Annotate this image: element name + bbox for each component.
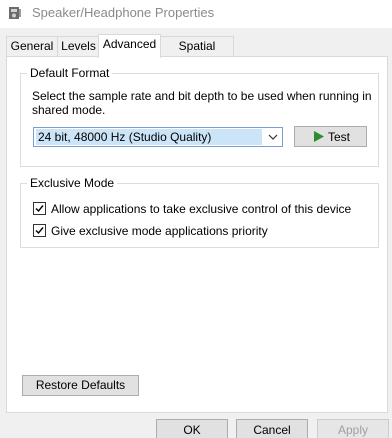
exclusive-priority-label: Give exclusive mode applications priorit… <box>51 224 268 238</box>
title-bar: Speaker/Headphone Properties <box>0 0 392 28</box>
apply-button[interactable]: Apply <box>317 419 389 438</box>
advanced-panel: Default Format Select the sample rate an… <box>6 56 388 413</box>
speaker-icon <box>9 7 21 19</box>
test-button[interactable]: Test <box>294 126 367 147</box>
exclusive-priority-checkbox[interactable] <box>33 224 46 237</box>
tab-advanced[interactable]: Advanced <box>98 34 161 58</box>
tab-levels[interactable]: Levels <box>57 36 100 56</box>
restore-defaults-button[interactable]: Restore Defaults <box>22 375 139 396</box>
cancel-button[interactable]: Cancel <box>236 419 308 438</box>
default-format-group: Default Format Select the sample rate an… <box>20 66 379 167</box>
exclusive-mode-legend: Exclusive Mode <box>27 176 118 190</box>
tab-spatial-sound[interactable]: Spatial sound <box>160 36 234 72</box>
properties-window: Speaker/Headphone Properties General Lev… <box>0 0 392 438</box>
ok-button[interactable]: OK <box>156 419 228 438</box>
test-button-label: Test <box>328 130 351 144</box>
play-icon <box>314 131 324 142</box>
window-title: Speaker/Headphone Properties <box>32 5 215 20</box>
checkmark-icon <box>35 227 44 235</box>
exclusive-mode-group: Exclusive Mode Allow applications to tak… <box>20 176 379 248</box>
allow-exclusive-control-label: Allow applications to take exclusive con… <box>51 202 352 216</box>
format-select-value: 24 bit, 48000 Hz (Studio Quality) <box>36 129 262 145</box>
checkmark-icon <box>35 205 44 213</box>
default-format-description: Select the sample rate and bit depth to … <box>32 89 372 117</box>
default-format-legend: Default Format <box>27 66 113 80</box>
tab-general[interactable]: General <box>6 36 58 56</box>
chevron-down-icon <box>268 134 278 140</box>
allow-exclusive-control-checkbox[interactable] <box>33 202 46 215</box>
format-select[interactable]: 24 bit, 48000 Hz (Studio Quality) <box>33 127 283 147</box>
tab-strip: General Levels Advanced Spatial sound <box>0 34 392 72</box>
